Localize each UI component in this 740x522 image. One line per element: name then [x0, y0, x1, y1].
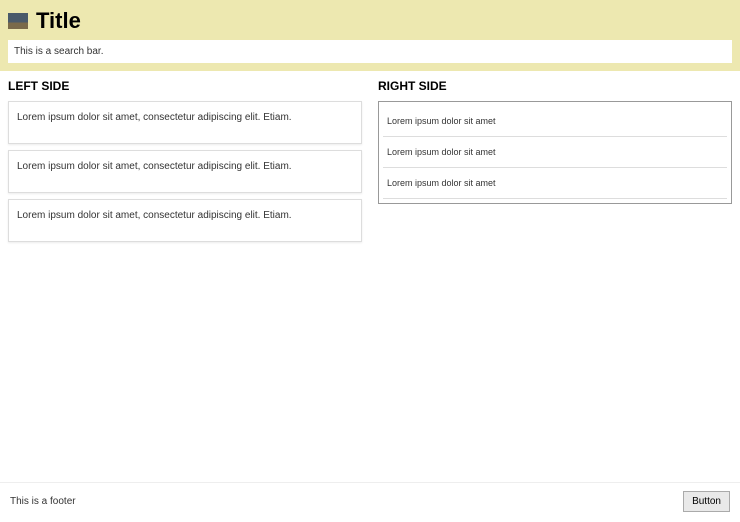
list-item[interactable]: Lorem ipsum dolor sit amet	[383, 168, 727, 199]
header: Title	[0, 0, 740, 71]
footer-text: This is a footer	[10, 496, 76, 507]
left-card[interactable]: Lorem ipsum dolor sit amet, consectetur …	[8, 101, 362, 144]
content: LEFT SIDE Lorem ipsum dolor sit amet, co…	[0, 71, 740, 482]
list-item[interactable]: Lorem ipsum dolor sit amet	[383, 137, 727, 168]
page-title: Title	[36, 8, 81, 34]
title-row: Title	[8, 8, 732, 34]
right-panel: Lorem ipsum dolor sit amet Lorem ipsum d…	[378, 101, 732, 204]
left-card[interactable]: Lorem ipsum dolor sit amet, consectetur …	[8, 150, 362, 193]
search-input[interactable]	[8, 40, 732, 63]
list-item[interactable]: Lorem ipsum dolor sit amet	[383, 106, 727, 137]
right-heading: RIGHT SIDE	[378, 79, 732, 93]
left-card[interactable]: Lorem ipsum dolor sit amet, consectetur …	[8, 199, 362, 242]
footer: This is a footer Button	[0, 482, 740, 522]
footer-button[interactable]: Button	[683, 491, 730, 512]
left-column: LEFT SIDE Lorem ipsum dolor sit amet, co…	[8, 79, 362, 482]
logo-icon	[8, 13, 28, 29]
right-column: RIGHT SIDE Lorem ipsum dolor sit amet Lo…	[378, 79, 732, 482]
left-heading: LEFT SIDE	[8, 79, 362, 93]
